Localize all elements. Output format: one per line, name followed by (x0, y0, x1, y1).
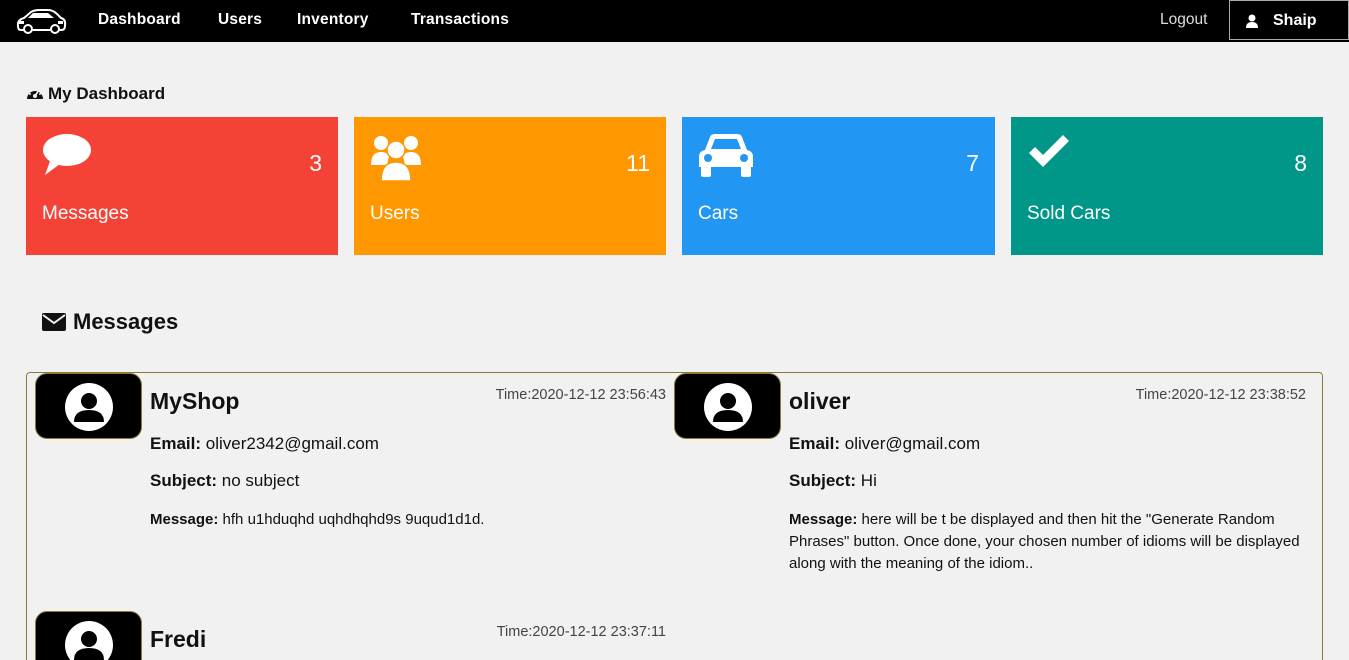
page-title-text: My Dashboard (48, 84, 166, 103)
user-icon (1246, 14, 1258, 28)
card-label: Sold Cars (1027, 203, 1111, 224)
check-icon (1027, 133, 1071, 176)
nav-transactions[interactable]: Transactions (411, 0, 509, 42)
car-icon (698, 133, 754, 184)
message-item[interactable]: oliver Time:2020-12-12 23:38:52 Email: o… (666, 373, 1321, 603)
users-icon (370, 133, 422, 188)
nav-inventory[interactable]: Inventory (297, 0, 369, 42)
user-name: Shaip (1273, 12, 1317, 29)
card-users[interactable]: 11 Users (354, 117, 666, 255)
dashboard-icon (26, 85, 44, 101)
envelope-icon (42, 311, 66, 331)
messages-section-title: Messages (42, 309, 178, 335)
page-title: My Dashboard (26, 84, 165, 104)
message-time: Time:2020-12-12 23:37:11 (496, 624, 666, 640)
car-logo-icon[interactable] (14, 6, 68, 36)
message-body: Message: hfh u1hduqhd uqhdhqhd9s 9uqud1d… (150, 511, 485, 528)
nav-users[interactable]: Users (218, 0, 262, 42)
message-subject: Subject: Hi (789, 471, 877, 490)
avatar (35, 373, 142, 439)
card-count: 11 (626, 150, 650, 176)
card-label: Messages (42, 203, 129, 224)
message-sender: oliver (789, 388, 851, 414)
top-navbar: Dashboard Users Inventory Transactions L… (0, 0, 1349, 42)
message-sender: MyShop (150, 388, 240, 414)
message-sender: Fredi (150, 626, 207, 652)
message-item[interactable]: MyShop Time:2020-12-12 23:56:43 Email: o… (27, 373, 667, 603)
card-count: 8 (1294, 150, 1307, 176)
message-time: Time:2020-12-12 23:38:52 (1135, 387, 1306, 403)
logout-link[interactable]: Logout (1160, 0, 1207, 42)
comment-icon (42, 133, 92, 182)
card-cars[interactable]: 7 Cars (682, 117, 995, 255)
avatar (674, 373, 781, 439)
card-sold-cars[interactable]: 8 Sold Cars (1011, 117, 1323, 255)
card-count: 7 (966, 150, 979, 176)
avatar (35, 611, 142, 660)
message-email: Email: oliver@gmail.com (789, 434, 981, 453)
messages-title-text: Messages (73, 309, 179, 334)
message-email: Email: oliver2342@gmail.com (150, 434, 379, 453)
message-body: Message: here will be t be displayed and… (789, 511, 1300, 572)
messages-panel: MyShop Time:2020-12-12 23:56:43 Email: o… (26, 372, 1323, 660)
message-item[interactable]: Fredi Time:2020-12-12 23:37:11 (27, 611, 667, 660)
message-subject: Subject: no subject (150, 471, 300, 490)
card-label: Cars (698, 203, 739, 224)
nav-dashboard[interactable]: Dashboard (98, 0, 181, 42)
card-messages[interactable]: 3 Messages (26, 117, 338, 255)
message-time: Time:2020-12-12 23:56:43 (495, 387, 666, 403)
card-count: 3 (309, 150, 322, 176)
card-label: Users (370, 203, 420, 224)
user-menu-button[interactable]: Shaip (1229, 0, 1349, 40)
